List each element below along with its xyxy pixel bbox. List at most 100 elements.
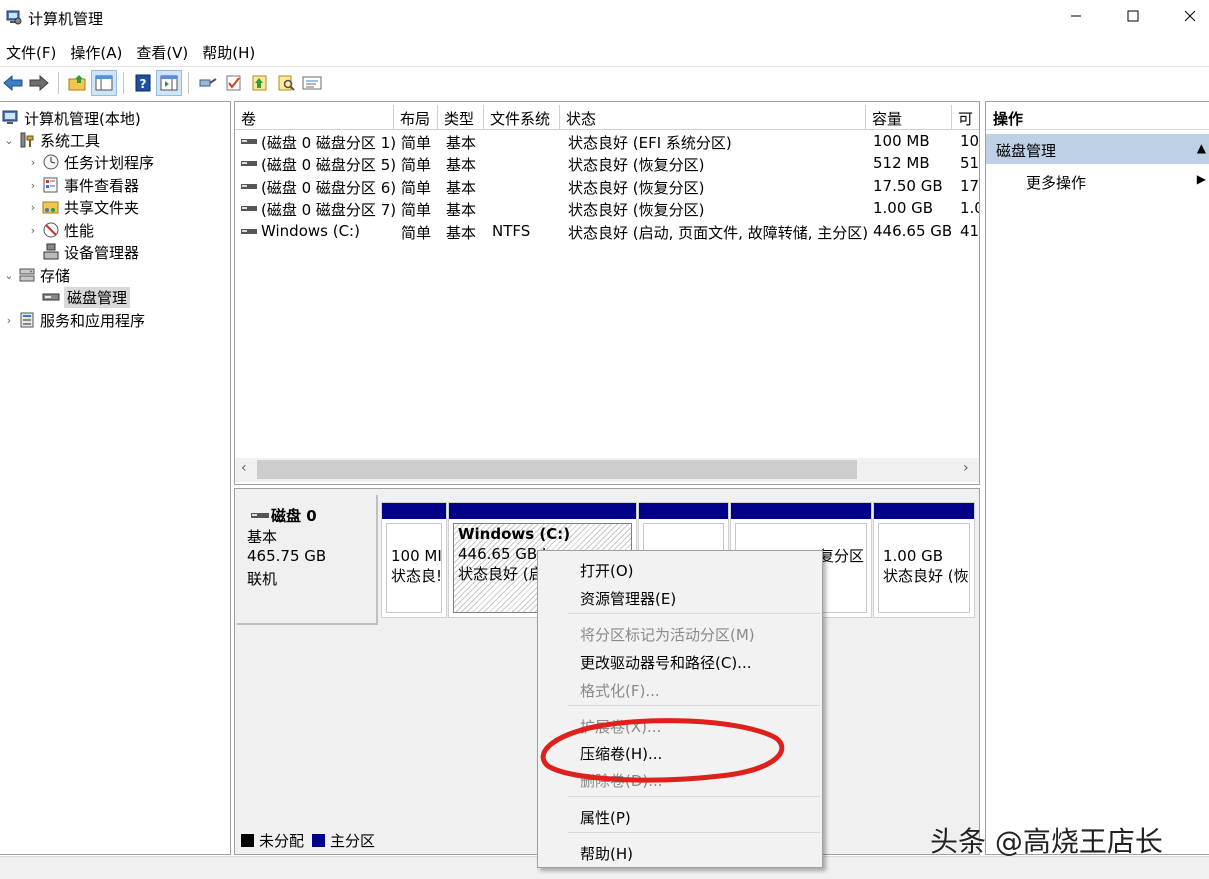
column-header-layout[interactable]: 布局 <box>394 105 438 130</box>
submenu-arrow-icon: ▶ <box>1196 172 1206 186</box>
table-row[interactable]: (磁盘 0 磁盘分区 5) 简单 基本 状态良好 (恢复分区) 512 MB 5… <box>235 152 979 174</box>
help-button[interactable]: ? <box>130 70 156 96</box>
column-header-type[interactable]: 类型 <box>438 105 484 130</box>
device-manager-icon <box>43 243 59 260</box>
tree-item-system-tools[interactable]: ⌄ 系统工具 <box>2 129 100 151</box>
tools-icon <box>20 132 34 148</box>
unallocated-swatch <box>241 834 254 847</box>
volume-icon <box>241 161 257 166</box>
expanded-chevron-icon[interactable]: ⌄ <box>2 134 16 147</box>
search-button[interactable] <box>273 70 299 96</box>
disk-info-panel[interactable]: 磁盘 0 基本 465.75 GB 联机 <box>237 495 378 625</box>
partition-efi[interactable]: 100 MI 状态良! <box>381 502 447 618</box>
disk-status: 联机 <box>247 570 278 588</box>
tree-item-shared-folders[interactable]: › 共享文件夹 <box>26 196 139 218</box>
expanded-chevron-icon[interactable]: ⌄ <box>2 269 16 282</box>
svg-text:?: ? <box>140 77 147 91</box>
menu-item-explorer[interactable]: 资源管理器(E) <box>580 588 676 609</box>
scrollbar-thumb[interactable] <box>257 460 857 479</box>
partition-color-bar <box>731 503 871 519</box>
column-header-filesystem[interactable]: 文件系统 <box>484 105 560 130</box>
tree-label: 设备管理器 <box>64 243 140 262</box>
menu-item-properties[interactable]: 属性(P) <box>580 807 631 828</box>
collapse-up-icon[interactable]: ▲ <box>1197 141 1206 155</box>
properties-button[interactable] <box>299 70 325 96</box>
window-title: 计算机管理 <box>28 10 104 28</box>
column-header-capacity[interactable]: 容量 <box>866 105 952 130</box>
tree-item-computer-management[interactable]: 计算机管理(本地) <box>0 107 141 129</box>
collapsed-chevron-icon[interactable]: › <box>2 314 16 327</box>
menu-item-change-drive-letter[interactable]: 更改驱动器号和路径(C)... <box>580 652 751 673</box>
volume-icon <box>241 139 257 144</box>
menu-item-shrink-volume[interactable]: 压缩卷(H)... <box>580 743 662 764</box>
tree-item-device-manager[interactable]: 设备管理器 <box>40 241 139 263</box>
import-button[interactable] <box>247 70 273 96</box>
cell-free-space: 41 <box>960 222 980 240</box>
tree-item-task-scheduler[interactable]: › 任务计划程序 <box>26 151 154 173</box>
actions-section-disk-management[interactable]: 磁盘管理 ▲ <box>986 134 1209 164</box>
up-level-button[interactable] <box>65 70 91 96</box>
scroll-left-icon[interactable]: ‹ <box>241 460 247 476</box>
back-button[interactable] <box>0 70 26 96</box>
collapsed-chevron-icon[interactable]: › <box>26 224 40 237</box>
disk-drive-icon <box>42 293 60 301</box>
toolbar-separator <box>58 71 59 94</box>
cell-capacity: 512 MB <box>873 154 930 172</box>
partition-context-menu: 打开(O) 资源管理器(E) 将分区标记为活动分区(M) 更改驱动器号和路径(C… <box>537 550 823 868</box>
clock-icon <box>43 154 59 170</box>
partition-title: Windows (C:) <box>458 525 571 543</box>
tree-label: 磁盘管理 <box>64 286 131 308</box>
more-actions-item[interactable]: 更多操作 ▶ <box>986 168 1209 194</box>
menu-item-help[interactable]: 帮助(H) <box>580 843 633 864</box>
menu-help[interactable]: 帮助(H) <box>196 38 263 64</box>
menu-separator <box>568 832 820 833</box>
menu-bar: 文件(F) 操作(A) 查看(V) 帮助(H) <box>0 38 1209 64</box>
show-hide-action-pane-icon <box>160 75 178 90</box>
volume-icon <box>241 206 257 211</box>
cell-status: 状态良好 (恢复分区) <box>568 156 705 174</box>
menu-action[interactable]: 操作(A) <box>64 38 130 64</box>
tree-label: 共享文件夹 <box>64 198 140 217</box>
menu-item-open[interactable]: 打开(O) <box>580 560 634 581</box>
help-icon: ? <box>135 74 151 91</box>
tree-item-storage[interactable]: ⌄ 存储 <box>2 264 70 286</box>
tree-item-event-viewer[interactable]: › 事件查看器 <box>26 174 139 196</box>
table-row[interactable]: Windows (C:) 简单 基本 NTFS 状态良好 (启动, 页面文件, … <box>235 220 980 242</box>
tree-item-disk-management[interactable]: 磁盘管理 <box>40 286 131 308</box>
scroll-right-icon[interactable]: › <box>963 460 969 476</box>
tree-item-services-apps[interactable]: › 服务和应用程序 <box>2 309 145 331</box>
partition-color-bar <box>639 503 728 519</box>
table-row[interactable]: (磁盘 0 磁盘分区 7) 简单 基本 状态良好 (恢复分区) 1.00 GB … <box>235 197 979 219</box>
show-hide-tree-button[interactable] <box>91 69 117 96</box>
tree-item-performance[interactable]: › 性能 <box>26 219 94 241</box>
collapsed-chevron-icon[interactable]: › <box>26 179 40 192</box>
maximize-button[interactable] <box>1105 0 1161 32</box>
horizontal-scrollbar[interactable]: ‹ › <box>235 458 979 482</box>
table-row[interactable]: (磁盘 0 磁盘分区 1) 简单 基本 状态良好 (EFI 系统分区) 100 … <box>235 130 979 152</box>
toolbar-separator <box>188 71 189 94</box>
menu-file[interactable]: 文件(F) <box>0 38 64 64</box>
check-button[interactable] <box>221 70 247 96</box>
menu-item-mark-active: 将分区标记为活动分区(M) <box>580 626 755 644</box>
cell-type: 基本 <box>446 134 477 152</box>
collapsed-chevron-icon[interactable]: › <box>26 156 40 169</box>
menu-view[interactable]: 查看(V) <box>130 38 196 64</box>
watermark: 头条 @高烧王店长 <box>930 825 1163 858</box>
computer-management-icon <box>6 10 22 25</box>
primary-partition-swatch <box>312 834 326 847</box>
column-header-volume[interactable]: 卷 <box>235 105 394 130</box>
partition-recovery-7[interactable]: 1.00 GB 状态良好 (恢 <box>873 502 975 618</box>
cell-capacity: 1.00 GB <box>873 199 934 217</box>
forward-arrow-icon <box>29 74 49 91</box>
table-row[interactable]: (磁盘 0 磁盘分区 6) 简单 基本 状态良好 (恢复分区) 17.50 GB… <box>235 175 979 197</box>
connect-button[interactable] <box>195 70 221 96</box>
collapsed-chevron-icon[interactable]: › <box>26 201 40 214</box>
minimize-button[interactable] <box>1048 0 1104 32</box>
forward-button[interactable] <box>26 70 52 96</box>
tree-label: 存储 <box>40 266 71 285</box>
column-header-status[interactable]: 状态 <box>560 105 866 130</box>
close-button[interactable] <box>1162 0 1209 32</box>
cell-type: 基本 <box>446 224 477 242</box>
show-hide-action-pane-button[interactable] <box>156 69 182 96</box>
column-header-free-space[interactable]: 可 <box>952 105 979 130</box>
